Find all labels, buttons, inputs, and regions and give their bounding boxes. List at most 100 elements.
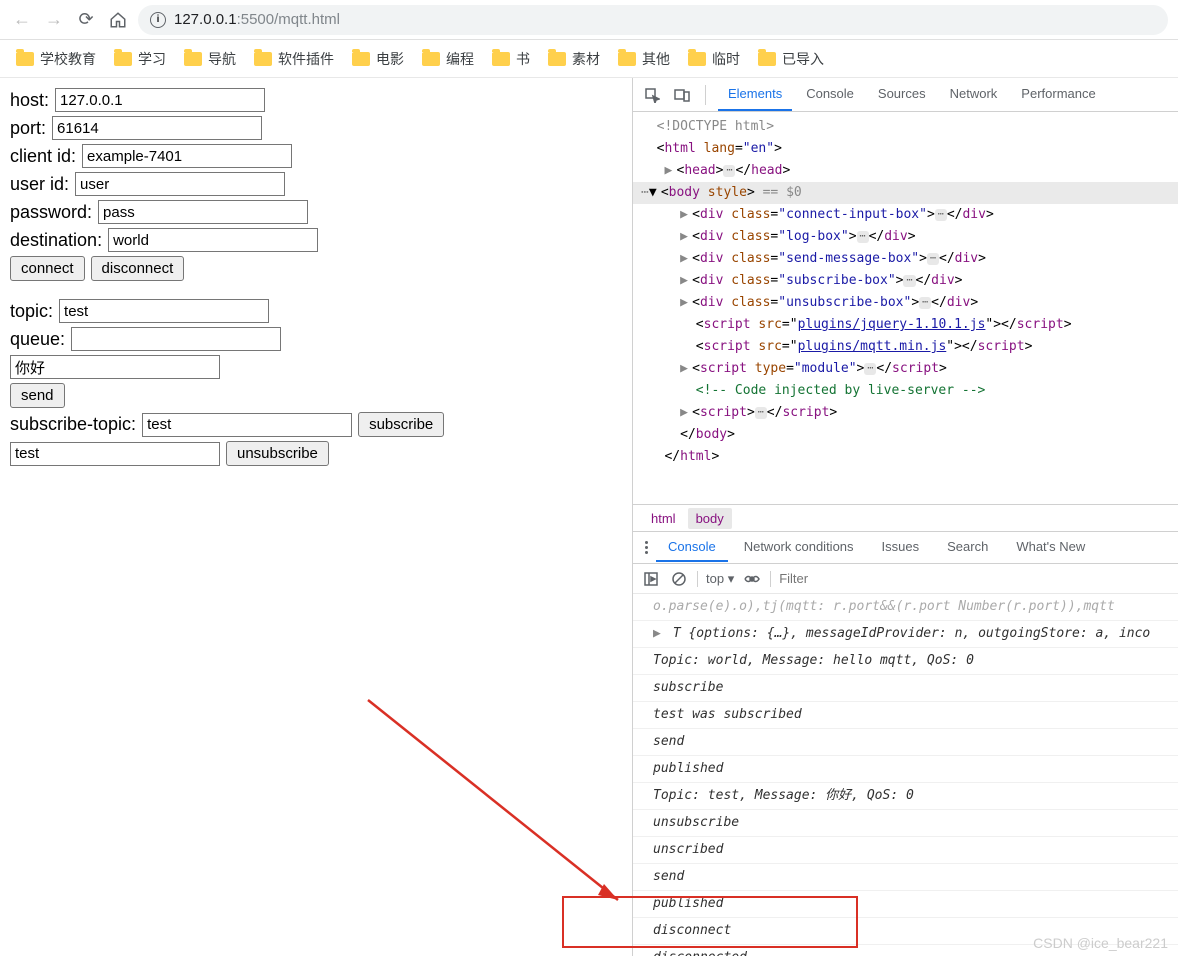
console-line: send bbox=[633, 729, 1178, 756]
site-info-icon[interactable]: i bbox=[150, 12, 166, 28]
port-label: port: bbox=[10, 118, 46, 139]
bookmark-label: 编程 bbox=[446, 49, 474, 69]
devtools-tab-sources[interactable]: Sources bbox=[868, 78, 936, 111]
bookmark-item[interactable]: 电影 bbox=[352, 49, 404, 69]
device-icon[interactable] bbox=[671, 84, 693, 106]
url-text: 127.0.0.1:5500/mqtt.html bbox=[174, 11, 340, 28]
folder-icon bbox=[422, 52, 440, 66]
devtools-tab-performance[interactable]: Performance bbox=[1011, 78, 1105, 111]
bookmarks-bar: 学校教育学习 导航 软件插件 电影 编程 书 素材 其他 临时已导入 bbox=[0, 40, 1178, 78]
destination-label: destination: bbox=[10, 230, 102, 251]
folder-icon bbox=[688, 52, 706, 66]
destination-input[interactable] bbox=[108, 228, 318, 252]
folder-icon bbox=[184, 52, 202, 66]
browser-toolbar: ← → ⟳ i 127.0.0.1:5500/mqtt.html bbox=[0, 0, 1178, 40]
home-icon[interactable] bbox=[106, 8, 130, 32]
console-line: subscribe bbox=[633, 675, 1178, 702]
drawer-tab[interactable]: What's New bbox=[1004, 533, 1097, 562]
drawer-tab[interactable]: Console bbox=[656, 533, 728, 562]
folder-icon bbox=[758, 52, 776, 66]
bookmark-item[interactable]: 已导入 bbox=[758, 49, 824, 69]
breadcrumb-html[interactable]: html bbox=[643, 508, 684, 529]
folder-icon bbox=[114, 52, 132, 66]
drawer-tab[interactable]: Network conditions bbox=[732, 533, 866, 562]
bookmark-item[interactable]: 编程 bbox=[422, 49, 474, 69]
password-input[interactable] bbox=[98, 200, 308, 224]
host-input[interactable] bbox=[55, 88, 265, 112]
reload-icon[interactable]: ⟳ bbox=[74, 8, 98, 32]
live-expression-icon[interactable] bbox=[742, 569, 762, 589]
console-line: Topic: world, Message: hello mqtt, QoS: … bbox=[633, 648, 1178, 675]
folder-icon bbox=[16, 52, 34, 66]
host-label: host: bbox=[10, 90, 49, 111]
drawer-tab[interactable]: Search bbox=[935, 533, 1000, 562]
console-line: Topic: test, Message: 你好, QoS: 0 bbox=[633, 783, 1178, 810]
folder-icon bbox=[254, 52, 272, 66]
page-content: host: port: client id: user id: password… bbox=[0, 78, 632, 956]
bookmark-label: 学校教育 bbox=[40, 49, 96, 69]
disconnect-button[interactable]: disconnect bbox=[91, 256, 185, 281]
devtools-tab-console[interactable]: Console bbox=[796, 78, 864, 111]
console-line: published bbox=[633, 891, 1178, 918]
watermark: CSDN @ice_bear221 bbox=[1033, 935, 1168, 951]
folder-icon bbox=[618, 52, 636, 66]
console-line: unscribed bbox=[633, 837, 1178, 864]
bookmark-item[interactable]: 其他 bbox=[618, 49, 670, 69]
unsubscribe-input[interactable] bbox=[10, 442, 220, 466]
devtools-tab-elements[interactable]: Elements bbox=[718, 78, 792, 111]
folder-icon bbox=[548, 52, 566, 66]
unsubscribe-button[interactable]: unsubscribe bbox=[226, 441, 329, 466]
message-input[interactable] bbox=[10, 355, 220, 379]
port-input[interactable] bbox=[52, 116, 262, 140]
bookmark-item[interactable]: 临时 bbox=[688, 49, 740, 69]
console-line: ▶ T {options: {…}, messageIdProvider: n,… bbox=[633, 621, 1178, 648]
folder-icon bbox=[352, 52, 370, 66]
bookmark-item[interactable]: 导航 bbox=[184, 49, 236, 69]
execution-context[interactable]: top ▾ bbox=[706, 571, 734, 587]
subscribe-button[interactable]: subscribe bbox=[358, 412, 444, 437]
console-filter-input[interactable] bbox=[779, 571, 1170, 586]
connect-button[interactable]: connect bbox=[10, 256, 85, 281]
bookmark-label: 其他 bbox=[642, 49, 670, 69]
console-line: test was subscribed bbox=[633, 702, 1178, 729]
user-id-input[interactable] bbox=[75, 172, 285, 196]
queue-input[interactable] bbox=[71, 327, 281, 351]
subscribe-topic-label: subscribe-topic: bbox=[10, 414, 136, 435]
inspect-icon[interactable] bbox=[641, 84, 663, 106]
bookmark-item[interactable]: 素材 bbox=[548, 49, 600, 69]
client-id-input[interactable] bbox=[82, 144, 292, 168]
topic-input[interactable] bbox=[59, 299, 269, 323]
drawer-tab[interactable]: Issues bbox=[870, 533, 932, 562]
console-toolbar: top ▾ bbox=[633, 564, 1178, 594]
send-button[interactable]: send bbox=[10, 383, 65, 408]
bookmark-label: 电影 bbox=[376, 49, 404, 69]
bookmark-label: 导航 bbox=[208, 49, 236, 69]
bookmark-item[interactable]: 学校教育 bbox=[16, 49, 96, 69]
user-id-label: user id: bbox=[10, 174, 69, 195]
dom-tree[interactable]: <!DOCTYPE html> <html lang="en"> ▶<head>… bbox=[633, 112, 1178, 504]
drawer-tabs: ConsoleNetwork conditionsIssuesSearchWha… bbox=[633, 532, 1178, 564]
console-log[interactable]: o.parse(e).o),tj(mqtt: r.port&&(r.port N… bbox=[633, 594, 1178, 956]
url-bar[interactable]: i 127.0.0.1:5500/mqtt.html bbox=[138, 5, 1168, 35]
bookmark-label: 软件插件 bbox=[278, 49, 334, 69]
bookmark-item[interactable]: 软件插件 bbox=[254, 49, 334, 69]
devtools-tabs: ElementsConsoleSourcesNetworkPerformance bbox=[633, 78, 1178, 112]
client-id-label: client id: bbox=[10, 146, 76, 167]
bookmark-label: 书 bbox=[516, 49, 530, 69]
topic-label: topic: bbox=[10, 301, 53, 322]
subscribe-topic-input[interactable] bbox=[142, 413, 352, 437]
bookmark-label: 临时 bbox=[712, 49, 740, 69]
queue-label: queue: bbox=[10, 329, 65, 350]
bookmark-label: 素材 bbox=[572, 49, 600, 69]
console-line: o.parse(e).o),tj(mqtt: r.port&&(r.port N… bbox=[633, 594, 1178, 621]
devtools-panel: ElementsConsoleSourcesNetworkPerformance… bbox=[632, 78, 1178, 956]
devtools-tab-network[interactable]: Network bbox=[940, 78, 1008, 111]
forward-icon[interactable]: → bbox=[42, 8, 66, 32]
clear-console-icon[interactable] bbox=[669, 569, 689, 589]
bookmark-item[interactable]: 学习 bbox=[114, 49, 166, 69]
drawer-menu-icon[interactable] bbox=[641, 537, 652, 558]
breadcrumb-body[interactable]: body bbox=[688, 508, 732, 529]
bookmark-item[interactable]: 书 bbox=[492, 49, 530, 69]
back-icon[interactable]: ← bbox=[10, 8, 34, 32]
console-sidebar-icon[interactable] bbox=[641, 569, 661, 589]
